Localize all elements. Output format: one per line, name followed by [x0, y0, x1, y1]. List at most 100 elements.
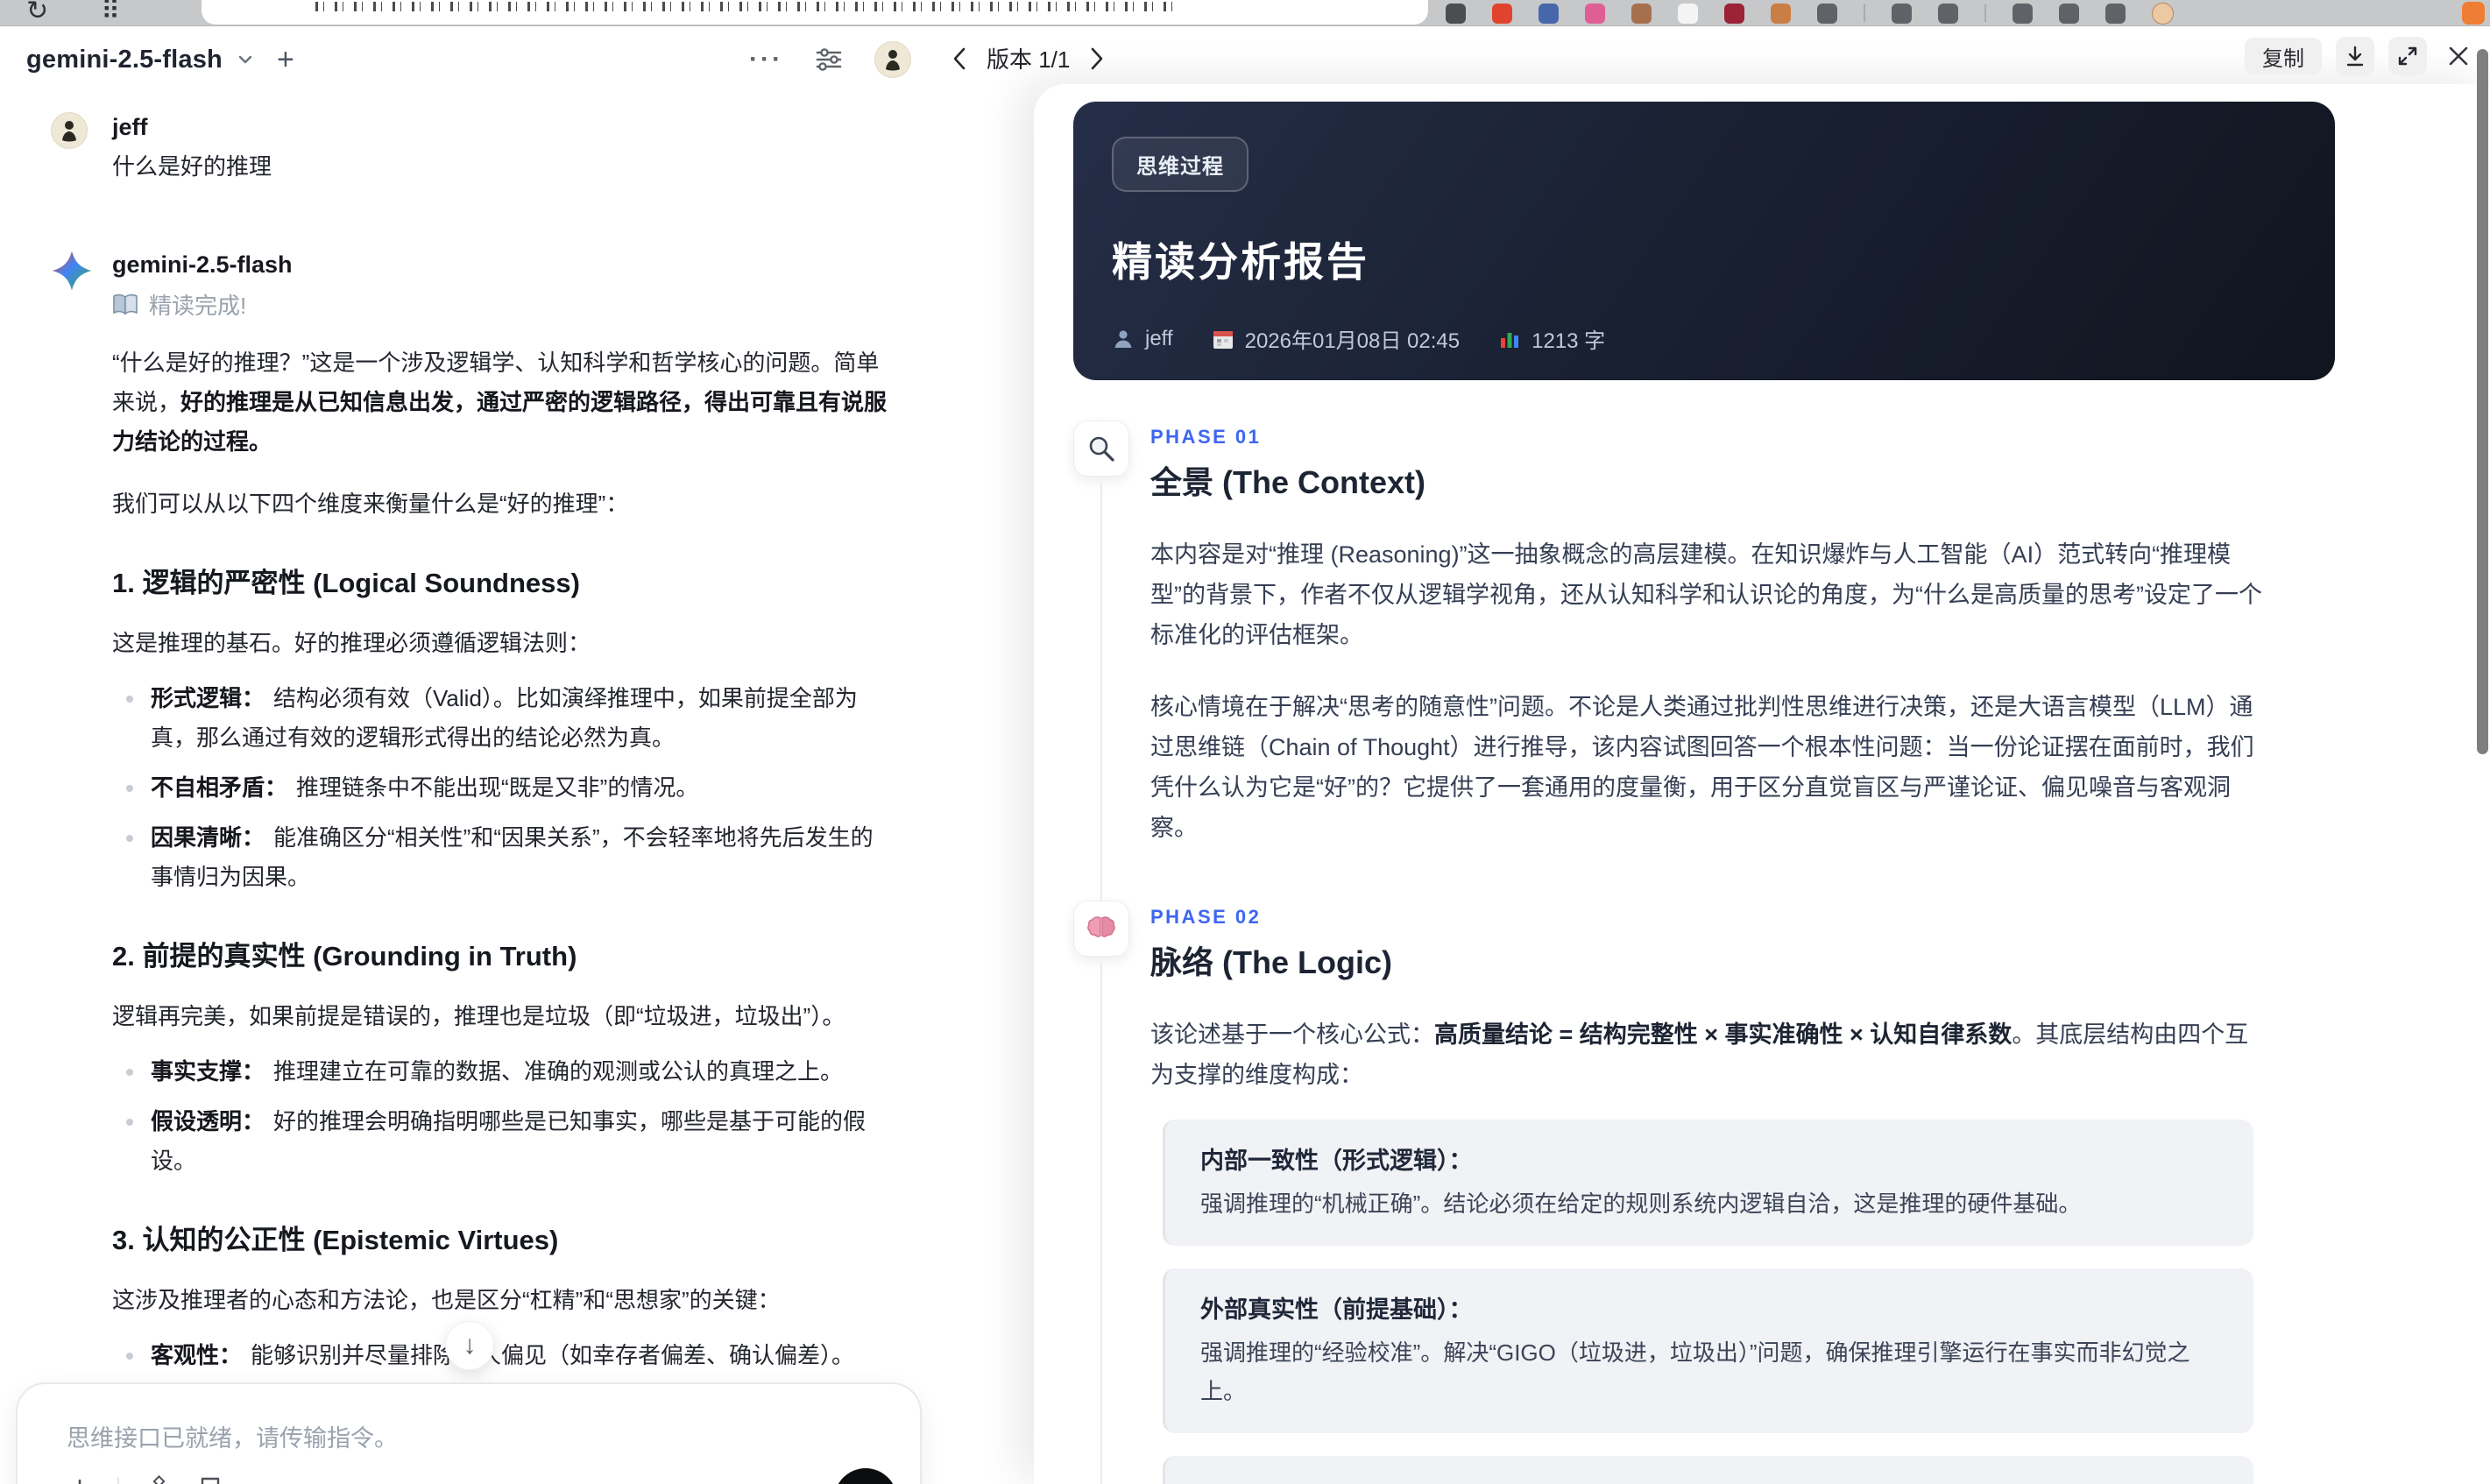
magnifier-icon — [1073, 420, 1129, 477]
chevron-down-icon[interactable] — [235, 49, 256, 70]
phase-1-paragraph-1: 本内容是对“推理 (Reasoning)”这一抽象概念的高层建模。在知识爆炸与人… — [1150, 541, 2262, 648]
address-url-text — [315, 2, 1174, 11]
bullet-item: 事实支撑： 推理建立在可靠的数据、准确的观测或公认的真理之上。 — [112, 1052, 892, 1092]
orange-extension-icon[interactable] — [1771, 3, 1791, 24]
bullet-item: 假设透明： 好的推理会明确指明哪些是已知事实，哪些是基于可能的假设。 — [112, 1102, 892, 1181]
bullet-item: 形式逻辑： 结构必须有效（Valid）。比如演绎推理中，如果前提全部为真，那么通过… — [112, 679, 892, 758]
scrollbar-track[interactable] — [2474, 47, 2490, 1458]
address-bar[interactable] — [202, 0, 1428, 25]
gray-extension-icon-2[interactable] — [1892, 3, 1912, 24]
report-title: 精读分析报告 — [1112, 239, 1369, 285]
book-icon — [112, 293, 138, 316]
sliders-icon[interactable] — [813, 44, 845, 75]
gray-extension-icon-4[interactable] — [2013, 3, 2033, 24]
word-count-meta: 1213 字 — [1498, 323, 1605, 354]
phase-1-paragraph-2: 核心情境在于解决“思考的随意性”问题。不论是人类通过批判性思维进行决策，还是大语… — [1150, 694, 2254, 841]
user-avatar[interactable] — [874, 41, 911, 78]
intro-paragraph: “什么是好的推理？”这是一个涉及逻辑学、认知科学和哲学核心的问题。简单来说，好的… — [112, 350, 888, 455]
voice-input-button[interactable] — [834, 1468, 897, 1484]
panda-extension-icon[interactable] — [1678, 3, 1698, 24]
version-label: 版本 1/1 — [987, 46, 1071, 73]
pink-extension-icon[interactable] — [1585, 3, 1605, 24]
chat-panel: gemini-2.5-flash + ··· jeff 什么是好的推理 gemi… — [0, 26, 937, 1484]
grid-icon[interactable]: ⠿ — [101, 0, 120, 25]
gemini-star-icon — [51, 250, 92, 292]
bullet-list-2: 事实支撑： 推理建立在可靠的数据、准确的观测或公认的真理之上。 假设透明： 好的推理… — [112, 1052, 892, 1181]
close-icon[interactable] — [2441, 39, 2476, 74]
section-heading-1: 1. 逻辑的严密性 (Logical Soundness) — [112, 568, 580, 598]
person-icon — [1112, 328, 1135, 350]
screen: ↻ ⠿ gemini-2.5-flash + ··· jeff 什么是好的推理 … — [0, 0, 2490, 1484]
darkred-extension-icon[interactable] — [1724, 3, 1744, 24]
section-intro-2: 逻辑再完美，如果前提是错误的，推理也是垃圾（即“垃圾进，垃圾出”）。 — [112, 1003, 845, 1029]
section-intro-1: 这是推理的基石。好的推理必须遵循逻辑法则： — [112, 630, 591, 656]
gray-extension-icon-6[interactable] — [2105, 3, 2126, 24]
version-navigator: 版本 1/1 — [950, 42, 1107, 74]
lead-paragraph: 我们可以从以下四个维度来衡量什么是“好的推理”： — [112, 491, 629, 517]
gray-extension-icon-3[interactable] — [1938, 3, 1958, 24]
logic-box-external-truth: 外部真实性（前提基础）： 强调推理的“经验校准”。解决“GIGO（垃圾进，垃圾出… — [1163, 1268, 2253, 1433]
toolbar-separator — [1864, 4, 1865, 22]
composer-toolbar — [67, 1475, 223, 1484]
assistant-name: gemini-2.5-flash — [112, 251, 293, 278]
chat-header: gemini-2.5-flash + ··· — [0, 26, 937, 93]
author-meta: jeff — [1112, 327, 1173, 351]
report-meta: jeff 2026年01月08日 02:45 1213 字 — [1112, 323, 2296, 354]
composer-placeholder: 思维接口已就绪，请传输指令。 — [67, 1425, 398, 1452]
brain-icon — [1073, 901, 1129, 957]
logic-box-list: 内部一致性（形式逻辑）： 强调推理的“机械正确”。结论必须在给定的规则系统内逻辑… — [1163, 1120, 2253, 1484]
calendar-icon — [1212, 328, 1234, 350]
phase-2-intro: 该论述基于一个核心公式：高质量结论 = 结构完整性 × 事实准确性 × 认知自律… — [1150, 1021, 2249, 1088]
browser-profile-avatar[interactable] — [2152, 2, 2174, 25]
scrollbar-thumb[interactable] — [2477, 49, 2488, 754]
bullet-item: 因果清晰： 能准确区分“相关性”和“因果关系”，不会轻率地将先后发生的事情归为因果… — [112, 818, 892, 897]
bullet-item: 客观性： 能够识别并尽量排除个人偏见（如幸存者偏差、确认偏差）。 — [112, 1336, 892, 1375]
app-window: gemini-2.5-flash + ··· jeff 什么是好的推理 gemi… — [0, 26, 2490, 1484]
fullscreen-button[interactable] — [2388, 37, 2427, 75]
phase-2-label: PHASE 02 — [1150, 906, 1262, 928]
red-extension-icon[interactable] — [1492, 3, 1512, 24]
browser-nav-icons[interactable]: ↻ ⠿ — [26, 0, 120, 26]
gray-extension-icon-5[interactable] — [2059, 3, 2079, 24]
phase-timeline: PHASE 01 全景 (The Context) 本内容是对“推理 (Reas… — [1073, 420, 2396, 1484]
assistant-message: gemini-2.5-flash 精读完成! “什么是好的推理？”这是一个涉及逻… — [51, 250, 937, 1484]
report-hero: 思维过程 精读分析报告 jeff 2026年01月08日 02:45 1213 … — [1073, 102, 2335, 380]
toolbar-separator — [1984, 4, 1986, 22]
hero-badge: 思维过程 — [1112, 137, 1249, 192]
composer[interactable]: 思维接口已就绪，请传输指令。 — [16, 1382, 922, 1484]
bookmark-icon[interactable] — [198, 1476, 223, 1484]
next-version-button[interactable] — [1087, 46, 1107, 72]
scroll-to-bottom-button[interactable]: ↓ — [445, 1321, 494, 1370]
blue-extension-icon[interactable] — [1539, 3, 1559, 24]
assistant-status-text: 精读完成! — [149, 293, 247, 319]
phase-1-label: PHASE 01 — [1150, 426, 1262, 448]
date-meta: 2026年01月08日 02:45 — [1212, 323, 1460, 354]
bullet-item: 不自相矛盾： 推理链条中不能出现“既是又非”的情况。 — [112, 768, 892, 808]
download-button[interactable] — [2336, 37, 2374, 75]
brown-extension-icon[interactable] — [1631, 3, 1652, 24]
logic-box-agent-ethics: 主体伦理（认识美德）： 转向推理者的心理特征。引入奥卡姆剃刀和反向论证，旨在克服… — [1163, 1456, 2253, 1484]
toolbar-divider — [117, 1477, 119, 1484]
section-heading-2: 2. 前提的真实性 (Grounding in Truth) — [112, 941, 577, 972]
phase-2-section: PHASE 02 脉络 (The Logic) 该论述基于一个核心公式：高质量结… — [1073, 901, 2396, 1484]
extension-row — [1446, 2, 2174, 25]
bar-chart-icon — [1498, 328, 1521, 350]
user-message-text: 什么是好的推理 — [112, 153, 272, 180]
arrow-down-icon: ↓ — [463, 1331, 477, 1360]
phase-2-title: 脉络 (The Logic) — [1150, 944, 1392, 980]
bullet-list-1: 形式逻辑： 结构必须有效（Valid）。比如演绎推理中，如果前提全部为真，那么通过… — [112, 679, 892, 897]
chat-title: gemini-2.5-flash — [26, 45, 223, 74]
browser-toolbar: ↻ ⠿ — [0, 0, 2490, 26]
sparkle-icon[interactable] — [144, 1475, 173, 1484]
refresh-icon[interactable]: ↻ — [26, 0, 48, 25]
crown-extension-icon[interactable] — [1446, 3, 1466, 24]
more-options-button[interactable]: ··· — [749, 45, 783, 74]
new-chat-button[interactable]: + — [277, 45, 294, 74]
browser-right-icon[interactable] — [2462, 2, 2485, 25]
attach-plus-icon[interactable] — [67, 1477, 93, 1484]
previous-version-button[interactable] — [950, 46, 969, 72]
jeff-avatar — [51, 112, 88, 149]
copy-button[interactable]: 复制 — [2245, 38, 2322, 74]
panel-actions: 复制 — [2245, 37, 2476, 75]
gray-extension-icon-1[interactable] — [1817, 3, 1837, 24]
